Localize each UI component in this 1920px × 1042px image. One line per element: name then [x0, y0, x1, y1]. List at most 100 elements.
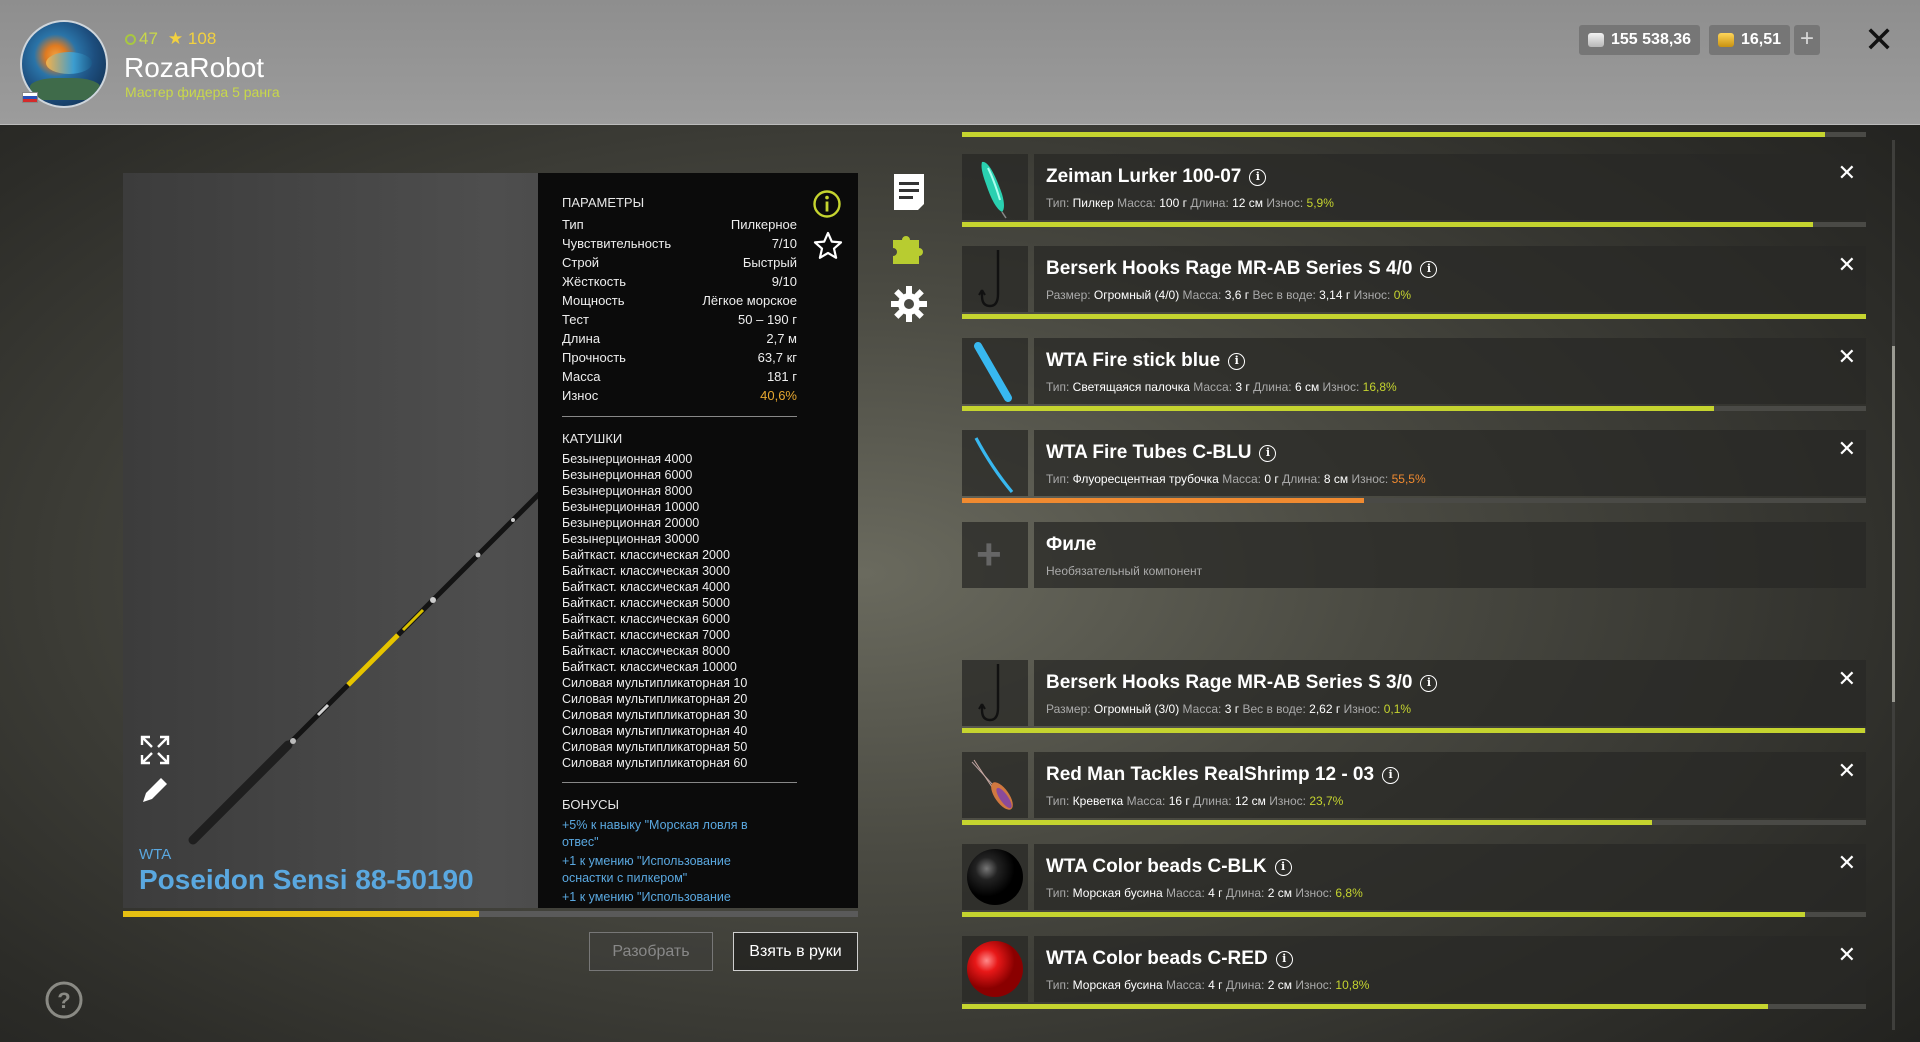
hook-icon[interactable]: [962, 660, 1028, 726]
info-icon[interactable]: i: [1420, 674, 1438, 692]
wear-value: 23,7%: [1309, 794, 1344, 808]
tackle-item-body[interactable]: WTA Fire stick blue i Тип: Светящаяся пало…: [1034, 338, 1866, 404]
detail-value: Морская бусина: [1072, 978, 1163, 992]
param-value: Пилкерное: [730, 217, 797, 232]
add-component-icon[interactable]: +: [962, 522, 1028, 588]
tackle-item[interactable]: WTA Fire Tubes C-BLU i Тип: Флуоресцентная…: [962, 430, 1866, 503]
fluorescent-tube-icon[interactable]: [962, 430, 1028, 496]
tackle-item[interactable]: Berserk Hooks Rage MR-AB Series S 3/0 i Ра…: [962, 660, 1866, 733]
wear-value: 0%: [1393, 288, 1412, 302]
param-row: Тип Пилкерное: [562, 215, 797, 234]
tackle-item[interactable]: + Филе Необязательный компонент: [962, 522, 1866, 594]
info-icon[interactable]: i: [1249, 168, 1267, 186]
hook-icon[interactable]: [962, 246, 1028, 312]
gear-icon[interactable]: [889, 284, 929, 324]
reel-item: Безынерционная 4000: [562, 452, 693, 466]
take-in-hands-button[interactable]: Взять в руки: [733, 932, 858, 971]
param-label: Длина: [562, 331, 601, 346]
info-icon[interactable]: i: [1259, 444, 1277, 462]
reel-item: Силовая мультипликаторная 10: [562, 676, 748, 690]
help-icon[interactable]: ?: [44, 980, 84, 1020]
param-label: Тип: [562, 217, 584, 232]
tackle-item-body[interactable]: Red Man Tackles RealShrimp 12 - 03 i Тип: …: [1034, 752, 1866, 818]
detail-value: 3 г: [1224, 702, 1240, 716]
tackle-item-body[interactable]: WTA Color beads C-RED i Тип: Морская бусин…: [1034, 936, 1866, 1002]
param-label: Износ: [562, 388, 599, 403]
description-icon[interactable]: [892, 172, 926, 212]
scrollbar-thumb[interactable]: [1892, 346, 1895, 702]
detail-value: Светящаяся палочка: [1072, 380, 1190, 394]
reel-item: Байткаст. классическая 4000: [562, 580, 730, 594]
tackle-item-body[interactable]: Berserk Hooks Rage MR-AB Series S 4/0 i Ра…: [1034, 246, 1866, 312]
wear-bar: [962, 728, 1866, 733]
info-icon[interactable]: i: [1274, 858, 1292, 876]
puzzle-icon[interactable]: [889, 228, 929, 268]
wear-bar-fill: [962, 222, 1813, 227]
param-label: Жёсткость: [562, 274, 626, 289]
info-icon[interactable]: [812, 189, 842, 219]
svg-text:?: ?: [57, 988, 70, 1013]
tackle-item-body[interactable]: Филе Необязательный компонент: [1034, 522, 1866, 588]
info-icon[interactable]: i: [1420, 260, 1438, 278]
tackle-item-title: WTA Fire stick blue: [1046, 350, 1221, 371]
param-value: 40,6%: [760, 388, 797, 403]
remove-icon[interactable]: ✕: [1838, 254, 1856, 276]
param-value: 7/10: [771, 236, 797, 251]
info-icon[interactable]: i: [1228, 352, 1246, 370]
disassemble-button[interactable]: Разобрать: [589, 932, 713, 971]
tackle-item[interactable]: Berserk Hooks Rage MR-AB Series S 4/0 i Ра…: [962, 246, 1866, 319]
remove-icon[interactable]: ✕: [1838, 346, 1856, 368]
wear-bar-fill: [962, 314, 1866, 319]
tackle-item-title: WTA Color beads C-RED: [1046, 948, 1268, 969]
tackle-item-body[interactable]: Zeiman Lurker 100-07 i Тип: Пилкер Масса: …: [1034, 154, 1866, 220]
add-gold-button[interactable]: +: [1794, 25, 1820, 55]
red-bead-icon[interactable]: [962, 936, 1028, 1002]
tackle-item[interactable]: Red Man Tackles RealShrimp 12 - 03 i Тип: …: [962, 752, 1866, 825]
black-bead-icon[interactable]: [962, 844, 1028, 910]
close-icon[interactable]: ✕: [1864, 22, 1894, 58]
favorite-star-icon[interactable]: [812, 230, 844, 262]
parameters-panel[interactable]: ПАРАМЕТРЫ Тип Пилкерное Чувствительность 7/…: [538, 173, 858, 908]
tackle-list[interactable]: Zeiman Lurker 100-07 i Тип: Пилкер Масса: …: [962, 127, 1866, 1042]
remove-icon[interactable]: ✕: [1838, 438, 1856, 460]
pilker-lure-icon[interactable]: [962, 154, 1028, 220]
param-value: 50 – 190 г: [738, 312, 797, 327]
tackle-item-details: Тип: Креветка Масса: 16 г Длина: 12 см И…: [1046, 794, 1344, 808]
glow-stick-icon[interactable]: [962, 338, 1028, 404]
expand-icon[interactable]: [140, 735, 170, 765]
wear-bar: [962, 498, 1866, 503]
experience-ring-icon: [125, 34, 136, 45]
tackle-item-body[interactable]: Berserk Hooks Rage MR-AB Series S 3/0 i Ра…: [1034, 660, 1866, 726]
remove-icon[interactable]: ✕: [1838, 760, 1856, 782]
info-icon[interactable]: i: [1382, 766, 1400, 784]
tackle-item-body[interactable]: WTA Fire Tubes C-BLU i Тип: Флуоресцентная…: [1034, 430, 1866, 496]
plus-icon: +: [976, 530, 1002, 579]
tackle-item[interactable]: WTA Fire stick blue i Тип: Светящаяся пало…: [962, 338, 1866, 411]
bonus-item: +1 к умению "Использование: [562, 890, 731, 904]
reel-item: Силовая мультипликаторная 60: [562, 756, 748, 770]
russia-flag-icon: [22, 92, 38, 103]
tackle-item[interactable]: WTA Color beads C-BLK i Тип: Морская бусин…: [962, 844, 1866, 917]
pencil-icon[interactable]: [140, 775, 170, 805]
bonus-item: +1 к умению "Использование оснастки с пи…: [562, 854, 731, 885]
wear-value: 6,8%: [1335, 886, 1363, 900]
star-level-icon: ★: [167, 29, 184, 48]
remove-icon[interactable]: ✕: [1838, 668, 1856, 690]
remove-icon[interactable]: ✕: [1838, 162, 1856, 184]
reel-item: Байткаст. классическая 7000: [562, 628, 730, 642]
fishing-rod-image[interactable]: [123, 173, 543, 908]
silver-coin-icon: [1588, 33, 1604, 47]
shrimp-lure-icon[interactable]: [962, 752, 1028, 818]
wear-value: 0,1%: [1383, 702, 1412, 716]
player-rank: Мастер фидера 5 ранга: [125, 84, 280, 100]
tackle-item-body[interactable]: WTA Color beads C-BLK i Тип: Морская бусин…: [1034, 844, 1866, 910]
info-icon[interactable]: i: [1275, 950, 1293, 968]
wear-bar: [962, 820, 1866, 825]
detail-value: Пилкер: [1072, 196, 1114, 210]
remove-icon[interactable]: ✕: [1838, 944, 1856, 966]
tackle-item[interactable]: WTA Color beads C-RED i Тип: Морская бусин…: [962, 936, 1866, 1009]
param-label: Мощность: [562, 293, 625, 308]
tackle-item[interactable]: Zeiman Lurker 100-07 i Тип: Пилкер Масса: …: [962, 154, 1866, 227]
remove-icon[interactable]: ✕: [1838, 852, 1856, 874]
detail-value: 2,62 г: [1309, 702, 1341, 716]
